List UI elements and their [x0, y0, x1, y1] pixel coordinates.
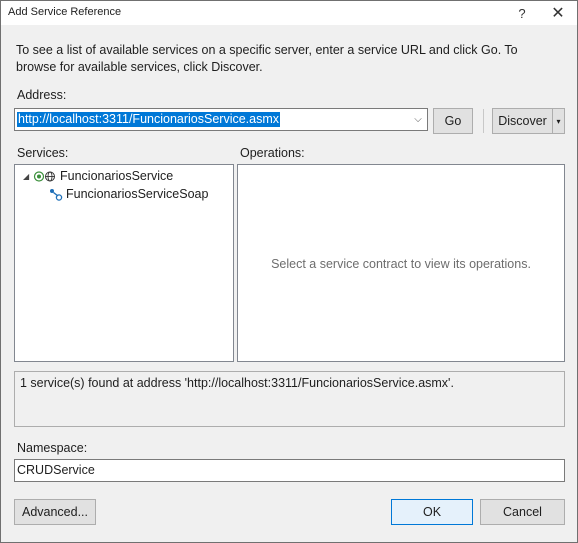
- status-text: 1 service(s) found at address 'http://lo…: [20, 376, 454, 390]
- help-button[interactable]: ?: [505, 1, 539, 25]
- cancel-button[interactable]: Cancel: [480, 499, 565, 525]
- expand-triangle-icon[interactable]: ◢: [23, 172, 33, 181]
- discover-dropdown-icon[interactable]: ▾: [552, 108, 565, 134]
- discover-button[interactable]: Discover: [492, 108, 553, 134]
- operations-list[interactable]: Select a service contract to view its op…: [237, 164, 565, 362]
- web-service-icon: [33, 170, 55, 182]
- status-box: 1 service(s) found at address 'http://lo…: [14, 371, 565, 427]
- tree-item-label: FuncionariosService: [60, 169, 174, 183]
- close-button[interactable]: ✕: [541, 1, 575, 25]
- address-value[interactable]: http://localhost:3311/FuncionariosServic…: [17, 112, 281, 127]
- window-title: Add Service Reference: [8, 6, 122, 18]
- tree-item-label: FuncionariosServiceSoap: [66, 187, 209, 201]
- namespace-input[interactable]: CRUDService: [14, 459, 565, 482]
- operations-placeholder: Select a service contract to view its op…: [271, 257, 531, 271]
- tree-item-funcionarios-service-soap[interactable]: FuncionariosServiceSoap: [49, 187, 208, 201]
- intro-text: To see a list of available services on a…: [16, 43, 518, 74]
- service-contract-icon: [50, 188, 63, 201]
- address-combobox[interactable]: http://localhost:3311/FuncionariosServic…: [14, 108, 428, 131]
- ok-button[interactable]: OK: [391, 499, 473, 525]
- tree-item-funcionarios-service[interactable]: ◢ FuncionariosService: [23, 169, 173, 183]
- title-bar: Add Service Reference ? ✕: [1, 1, 577, 25]
- services-tree[interactable]: ◢ FuncionariosService FuncionariosServic…: [14, 164, 234, 362]
- add-service-reference-dialog: Add Service Reference ? ✕ To see a list …: [0, 0, 578, 543]
- advanced-button[interactable]: Advanced...: [14, 499, 96, 525]
- address-label: Address:: [17, 88, 67, 102]
- separator: [483, 109, 484, 133]
- chevron-down-icon[interactable]: ⌵: [412, 112, 424, 127]
- operations-label: Operations:: [240, 146, 305, 160]
- namespace-label: Namespace:: [17, 441, 88, 455]
- go-button[interactable]: Go: [433, 108, 473, 134]
- services-label: Services:: [17, 146, 69, 160]
